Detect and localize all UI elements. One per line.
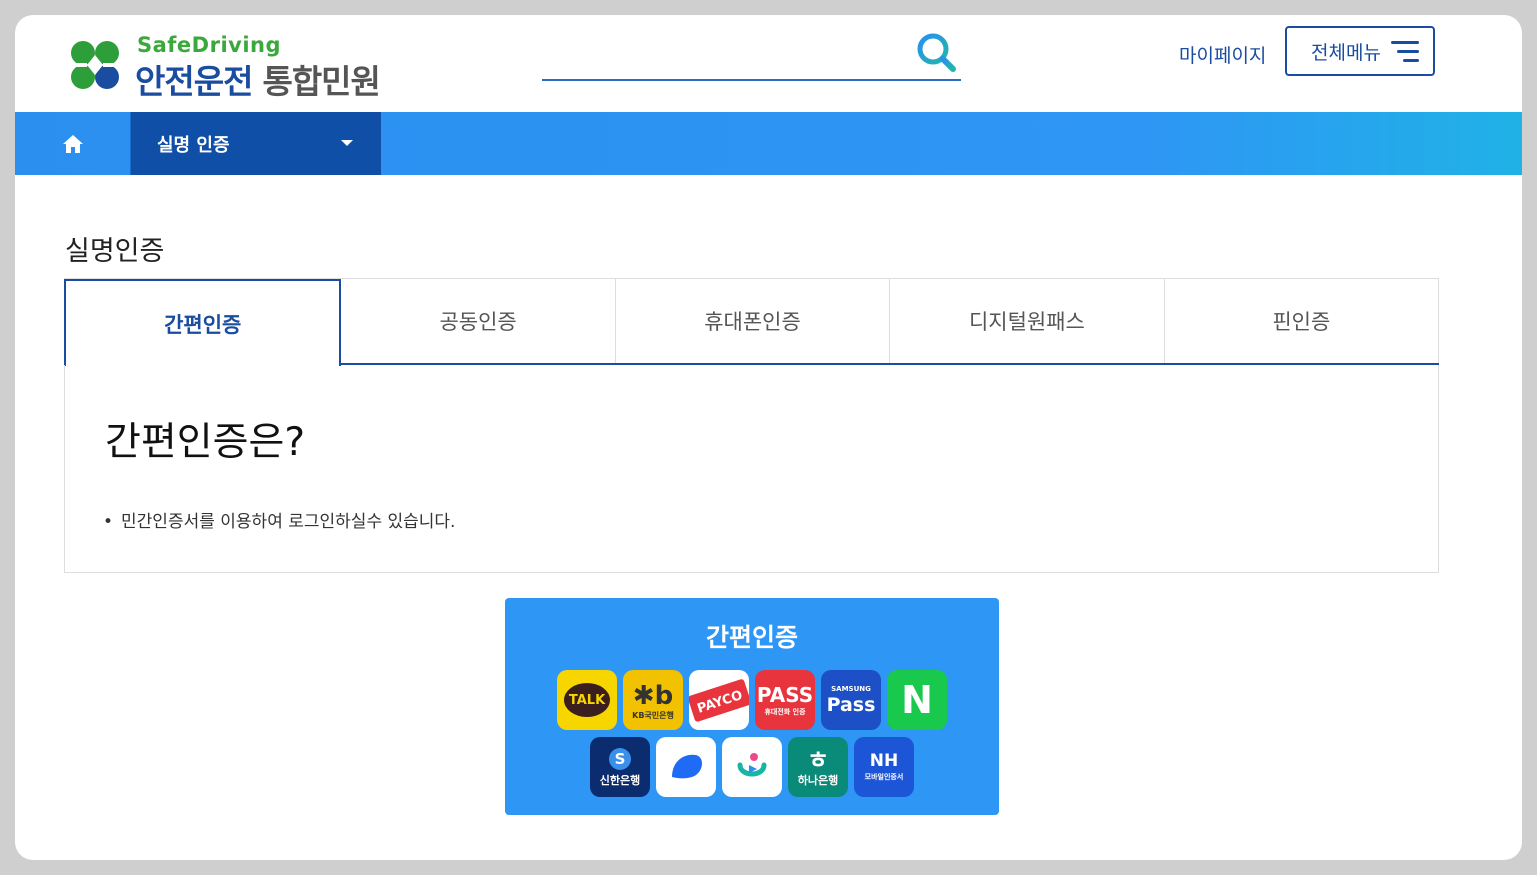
samsung-pass-icon: SAMSUNG Pass	[821, 670, 881, 730]
samsung-pass-sub: SAMSUNG	[831, 684, 871, 693]
logo-subtitle: SafeDriving	[137, 33, 282, 57]
search-button[interactable]	[915, 31, 957, 73]
all-menu-label: 전체메뉴	[1311, 41, 1381, 64]
kakao-talk-icon: TALK	[557, 670, 617, 730]
page-title: 실명인증	[65, 236, 165, 267]
pass-sub: 휴대전화 인증	[764, 707, 806, 716]
info-panel: 간편인증은? 민간인증서를 이용하여 로그인하실수 있습니다.	[64, 365, 1439, 573]
home-button[interactable]	[15, 112, 131, 175]
mypage-link[interactable]: 마이페이지	[1179, 41, 1266, 68]
simple-auth-title: 간편인증	[705, 623, 798, 652]
location-navbar: 실명 인증	[15, 112, 1522, 175]
search-icon	[917, 33, 956, 72]
payco-icon: PAYCO	[689, 670, 749, 730]
site-logo[interactable]: SafeDriving 안전운전 통합민원	[65, 25, 425, 105]
tab-pin-auth[interactable]: 핀인증	[1164, 279, 1440, 363]
kakao-talk-text: TALK	[568, 692, 606, 708]
app-frame: SafeDriving 안전운전 통합민원 마이페이지 전체메뉴 실명 인증 실…	[15, 15, 1522, 860]
logo-title-main: 안전운전	[135, 62, 253, 101]
tab-mobile-auth[interactable]: 휴대폰인증	[615, 279, 891, 363]
naver-text: N	[901, 678, 933, 722]
shinhan-text: 신한은행	[599, 774, 641, 787]
clover-logo-icon	[71, 41, 119, 89]
tab-simple-auth[interactable]: 간편인증	[64, 279, 342, 366]
nh-sub: 모바일인증서	[864, 773, 904, 781]
hana-text: 하나은행	[797, 774, 839, 787]
search-bar	[542, 25, 961, 81]
hamburger-icon	[1391, 41, 1419, 63]
info-bullet: 민간인증서를 이용하여 로그인하실수 있습니다.	[103, 507, 455, 532]
pass-text: PASS	[756, 682, 814, 707]
logo-title: 안전운전 통합민원	[135, 55, 381, 103]
shinhan-icon: S 신한은행	[590, 737, 650, 797]
info-heading: 간편인증은?	[105, 420, 306, 465]
location-dropdown[interactable]: 실명 인증	[131, 112, 381, 175]
smile-icon	[722, 737, 782, 797]
tab-joint-cert[interactable]: 공동인증	[341, 279, 616, 363]
caret-down-icon	[341, 140, 353, 146]
simple-auth-button[interactable]: 간편인증 TALK ✱b KB국민은행 PAYCO PASS 휴대전화 인증 S…	[505, 598, 999, 815]
tab-digital-onepass[interactable]: 디지털원패스	[890, 279, 1165, 363]
samsung-pass-text: Pass	[826, 693, 876, 716]
kb-text: KB국민은행	[632, 710, 674, 720]
nh-text: NH	[869, 751, 899, 771]
nh-icon: NH 모바일인증서	[854, 737, 914, 797]
home-icon	[62, 134, 83, 153]
auth-tabs: 간편인증 공동인증 휴대폰인증 디지털원패스 핀인증	[64, 278, 1440, 366]
logo-title-accent: 통합민원	[262, 62, 380, 101]
kb-icon: ✱b KB국민은행	[623, 670, 683, 730]
hana-icon: ㅎ 하나은행	[788, 737, 848, 797]
all-menu-button[interactable]: 전체메뉴	[1285, 26, 1435, 76]
toss-icon	[656, 737, 716, 797]
search-input[interactable]	[542, 35, 906, 73]
naver-icon: N	[887, 670, 947, 730]
payco-text: PAYCO	[695, 687, 745, 717]
location-dropdown-label: 실명 인증	[157, 134, 230, 156]
pass-icon: PASS 휴대전화 인증	[755, 670, 815, 730]
